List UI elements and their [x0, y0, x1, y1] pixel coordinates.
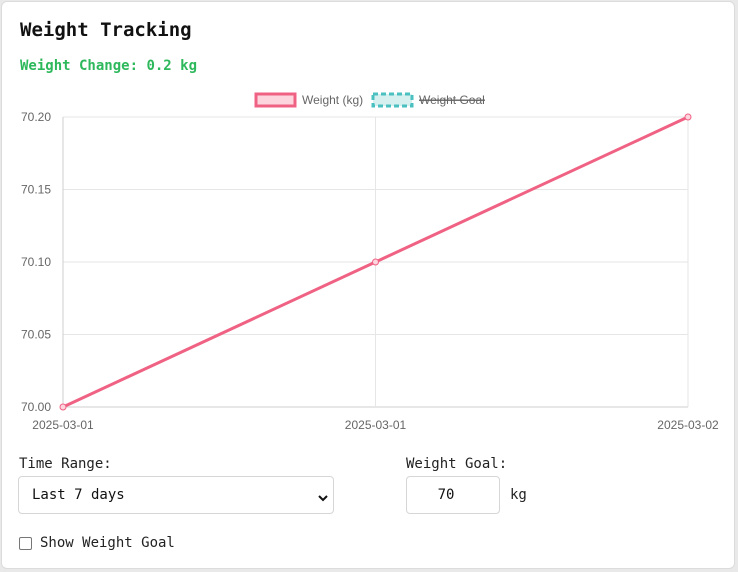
weight-goal-value: 70 [437, 487, 455, 503]
chevron-down-icon [317, 489, 329, 508]
time-range-label: Time Range: [19, 456, 112, 472]
time-range-select[interactable]: Last 7 days [18, 476, 334, 514]
legend-label-weight: Weight (kg) [302, 93, 363, 107]
legend-swatch-goal [371, 92, 414, 108]
x-axis-ticks: 2025-03-01 2025-03-01 2025-03-02 [32, 418, 719, 432]
y-tick-label: 70.10 [21, 255, 51, 269]
y-tick-label: 70.00 [21, 400, 51, 414]
card-title: Weight Tracking [20, 19, 192, 41]
chart-legend[interactable]: Weight (kg) Weight Goal [254, 92, 485, 108]
show-goal-label[interactable]: Show Weight Goal [40, 535, 175, 551]
weight-goal-label: Weight Goal: [406, 456, 508, 472]
data-point[interactable] [372, 258, 379, 266]
weight-change: Weight Change: 0.2 kg [20, 58, 197, 74]
y-axis-ticks: 70.00 70.05 70.10 70.15 70.20 [21, 110, 51, 414]
data-point[interactable] [59, 403, 67, 411]
x-tick-label: 2025-03-01 [345, 418, 407, 432]
weight-change-label: Weight Change: [20, 58, 139, 74]
x-tick-label: 2025-03-02 [657, 418, 719, 432]
legend-item-goal[interactable]: Weight Goal [371, 92, 485, 108]
y-tick-label: 70.15 [21, 183, 51, 197]
legend-item-weight[interactable]: Weight (kg) [254, 92, 363, 108]
time-range-selected: Last 7 days [32, 487, 125, 503]
y-tick-label: 70.20 [21, 110, 51, 124]
show-goal-checkbox[interactable] [19, 537, 32, 550]
legend-swatch-weight [254, 92, 297, 108]
weight-chart: Weight (kg) Weight Goal 70.0070.0570.107… [21, 92, 719, 432]
weight-goal-unit: kg [510, 487, 527, 503]
data-point[interactable] [684, 113, 692, 121]
x-tick-label: 2025-03-01 [32, 418, 94, 432]
weight-change-value: 0.2 kg [146, 58, 198, 74]
weight-goal-input[interactable]: 70 [406, 476, 500, 514]
y-tick-label: 70.05 [21, 328, 51, 342]
